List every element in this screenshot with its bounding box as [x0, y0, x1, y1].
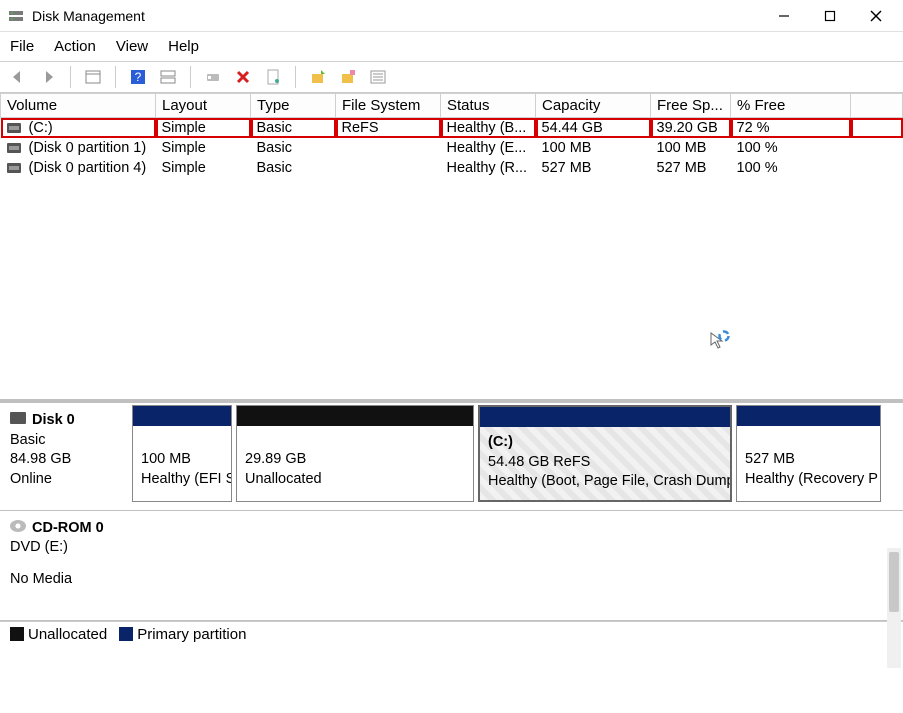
column-header[interactable]: Capacity — [536, 94, 651, 118]
column-header[interactable]: % Free — [731, 94, 851, 118]
column-header[interactable]: File System — [336, 94, 441, 118]
volume-icon — [7, 123, 21, 133]
partition[interactable]: 29.89 GBUnallocated — [236, 405, 474, 502]
partition-bar-icon — [480, 407, 730, 427]
disk-map: 100 MBHealthy (EFI S29.89 GBUnallocated(… — [130, 403, 903, 510]
menu-file[interactable]: File — [10, 38, 34, 55]
legend-primary-label: Primary partition — [137, 626, 246, 643]
close-button[interactable] — [853, 0, 899, 32]
partition[interactable]: (C:)54.48 GB ReFSHealthy (Boot, Page Fil… — [478, 405, 732, 502]
svg-text:?: ? — [135, 70, 142, 84]
menu-action[interactable]: Action — [54, 38, 96, 55]
partition-bar-icon — [737, 406, 880, 426]
new-spanned-button[interactable] — [336, 66, 360, 88]
legend: Unallocated Primary partition — [0, 621, 903, 647]
partition[interactable]: 527 MBHealthy (Recovery P — [736, 405, 881, 502]
toolbar: ? — [0, 62, 903, 93]
disk-graphical-view: Disk 0Basic84.98 GBOnline100 MBHealthy (… — [0, 399, 903, 621]
column-header[interactable]: Layout — [156, 94, 251, 118]
volume-row[interactable]: (C:)SimpleBasicReFSHealthy (B...54.44 GB… — [1, 118, 903, 139]
column-header[interactable]: Status — [441, 94, 536, 118]
legend-unallocated-label: Unallocated — [28, 626, 107, 643]
disk-row[interactable]: CD-ROM 0DVD (E:)No Media — [0, 511, 903, 621]
disk-map — [130, 511, 903, 620]
partition-bar-icon — [237, 406, 473, 426]
refresh-button[interactable] — [201, 66, 225, 88]
volume-icon — [7, 163, 21, 173]
new-volume-button[interactable] — [306, 66, 330, 88]
disk-row[interactable]: Disk 0Basic84.98 GBOnline100 MBHealthy (… — [0, 403, 903, 511]
menu-help[interactable]: Help — [168, 38, 199, 55]
volume-row[interactable]: (Disk 0 partition 1)SimpleBasicHealthy (… — [1, 138, 903, 158]
back-button[interactable] — [6, 66, 30, 88]
column-header[interactable]: Volume — [1, 94, 156, 118]
show-hide-console-tree-button[interactable] — [81, 66, 105, 88]
column-header[interactable]: Type — [251, 94, 336, 118]
forward-button[interactable] — [36, 66, 60, 88]
legend-swatch-primary-icon — [119, 627, 133, 641]
volume-icon — [7, 143, 21, 153]
volumes-list[interactable]: VolumeLayoutTypeFile SystemStatusCapacit… — [0, 93, 903, 399]
settings-panes-button[interactable] — [156, 66, 180, 88]
title-bar: Disk Management — [0, 0, 903, 32]
help-button[interactable]: ? — [126, 66, 150, 88]
volume-row[interactable]: (Disk 0 partition 4)SimpleBasicHealthy (… — [1, 158, 903, 178]
delete-button[interactable] — [231, 66, 255, 88]
volume-header-row[interactable]: VolumeLayoutTypeFile SystemStatusCapacit… — [1, 94, 903, 118]
partition[interactable]: 100 MBHealthy (EFI S — [132, 405, 232, 502]
window-title: Disk Management — [32, 8, 761, 24]
disk-info: Disk 0Basic84.98 GBOnline — [0, 403, 130, 510]
disk-info: CD-ROM 0DVD (E:)No Media — [0, 511, 130, 620]
partition-bar-icon — [133, 406, 231, 426]
menu-bar: File Action View Help — [0, 32, 903, 62]
legend-swatch-unallocated-icon — [10, 627, 24, 641]
properties-button[interactable] — [261, 66, 285, 88]
action-list-button[interactable] — [366, 66, 390, 88]
maximize-button[interactable] — [807, 0, 853, 32]
app-icon — [8, 8, 24, 24]
scrollbar[interactable] — [887, 548, 901, 668]
minimize-button[interactable] — [761, 0, 807, 32]
menu-view[interactable]: View — [116, 38, 148, 55]
column-header[interactable]: Free Sp... — [651, 94, 731, 118]
